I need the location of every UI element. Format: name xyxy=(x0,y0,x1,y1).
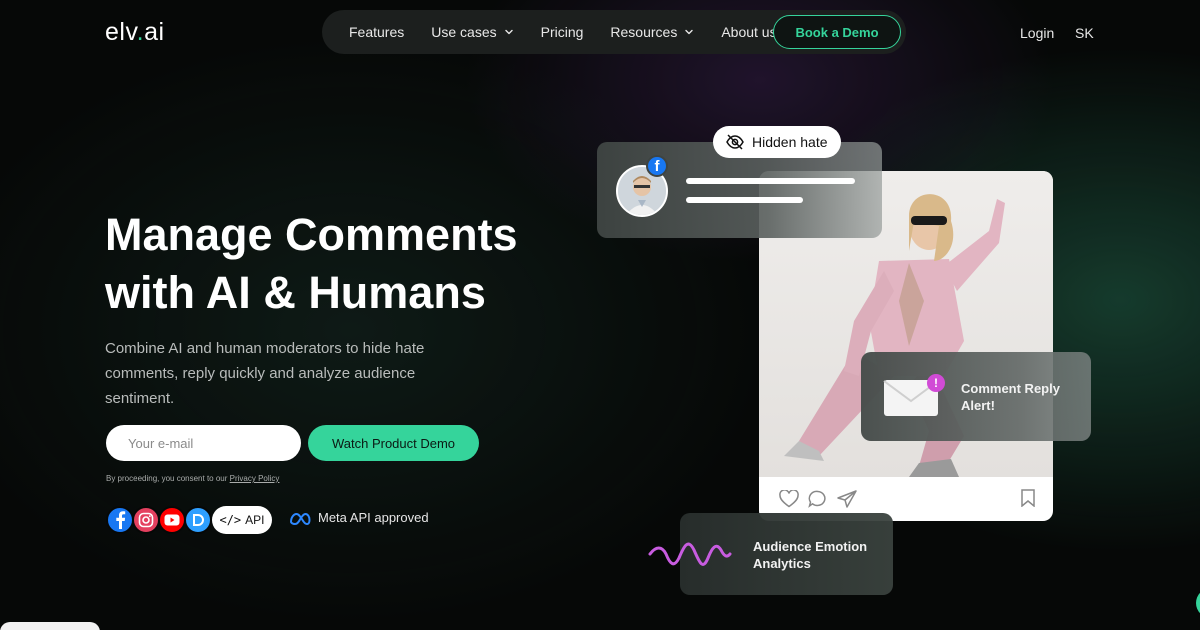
nav-label: About us xyxy=(721,24,777,40)
disqus-icon xyxy=(184,506,212,534)
nav-item-about-us[interactable]: About us xyxy=(721,24,776,40)
email-input[interactable] xyxy=(106,425,301,461)
api-label: API xyxy=(245,513,265,527)
code-icon: </> xyxy=(219,513,242,527)
api-badge: </> API xyxy=(212,506,272,534)
platform-badges: </> API xyxy=(106,505,272,535)
login-link[interactable]: Login xyxy=(1020,25,1054,41)
watch-demo-button[interactable]: Watch Product Demo xyxy=(308,425,479,461)
consent-label: By proceeding, you consent to our xyxy=(106,474,230,483)
comment-reply-alert-card: ! Comment Reply Alert! xyxy=(861,352,1091,441)
alert-label: Comment Reply Alert! xyxy=(961,381,1060,413)
facebook-icon xyxy=(106,506,134,534)
emotion-label: Audience Emotion Analytics xyxy=(753,539,868,571)
alert-icon: ! xyxy=(927,374,945,392)
consent-text: By proceeding, you consent to our Privac… xyxy=(106,474,279,483)
eye-off-icon xyxy=(726,134,744,150)
logo[interactable]: elv.ai xyxy=(105,18,165,47)
main-nav: Features Use cases Pricing Resources Abo… xyxy=(322,10,906,54)
hidden-hate-label: Hidden hate xyxy=(752,134,828,150)
waveform-icon xyxy=(648,542,732,566)
nav-label: Features xyxy=(349,24,405,40)
meta-icon xyxy=(289,512,311,525)
comment-placeholder-line xyxy=(686,178,855,184)
chevron-down-icon xyxy=(504,29,513,35)
privacy-policy-link[interactable]: Privacy Policy xyxy=(230,474,280,483)
hero-title-line2: with AI & Humans xyxy=(105,267,486,318)
hero-title-line1: Manage Comments xyxy=(105,209,518,260)
hero-subtitle: Combine AI and human moderators to hide … xyxy=(105,340,425,407)
nav-label: Use cases xyxy=(431,24,497,40)
cookie-banner-edge[interactable] xyxy=(0,622,100,630)
nav-item-features[interactable]: Features xyxy=(349,24,404,40)
youtube-icon xyxy=(158,506,186,534)
bookmark-icon[interactable] xyxy=(1021,489,1035,507)
logo-text-pre: elv xyxy=(105,18,137,46)
comment-icon[interactable] xyxy=(808,490,828,508)
meta-approval: Meta API approved xyxy=(288,510,429,525)
nav-item-pricing[interactable]: Pricing xyxy=(541,24,584,40)
logo-dot: . xyxy=(136,18,145,46)
heart-icon[interactable] xyxy=(779,490,799,508)
hidden-hate-badge: Hidden hate xyxy=(713,126,841,158)
logo-text-post: ai xyxy=(144,18,165,46)
share-icon[interactable] xyxy=(837,490,857,508)
comment-placeholder-line xyxy=(686,197,803,203)
nav-item-use-cases[interactable]: Use cases xyxy=(431,24,513,40)
chat-widget-button[interactable] xyxy=(1196,588,1200,618)
meta-label: Meta API approved xyxy=(318,510,429,525)
hero-title: Manage Comments with AI & Humans xyxy=(105,206,585,322)
nav-label: Pricing xyxy=(540,24,584,40)
facebook-icon: f xyxy=(646,155,668,177)
chevron-down-icon xyxy=(685,29,694,35)
nav-item-resources[interactable]: Resources xyxy=(610,24,694,40)
nav-label: Resources xyxy=(610,24,678,40)
book-demo-button[interactable]: Book a Demo xyxy=(773,15,901,49)
language-switcher[interactable]: SK xyxy=(1075,25,1094,41)
instagram-icon xyxy=(132,506,160,534)
